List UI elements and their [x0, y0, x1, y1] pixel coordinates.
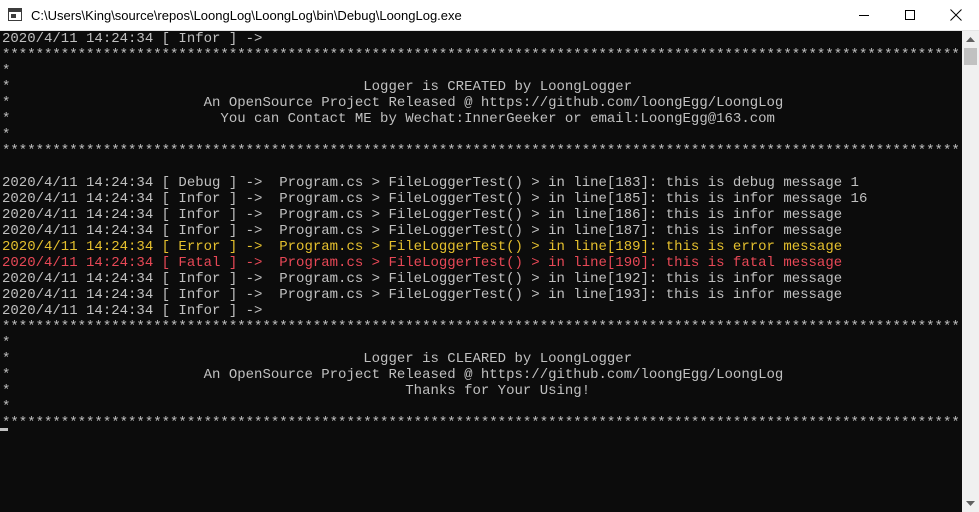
console-output[interactable]: 2020/4/11 14:24:34 [ Infor ] -> *********… [2, 31, 960, 512]
console-line: * You can Contact ME by Wechat:InnerGeek… [2, 111, 960, 127]
console-line: 2020/4/11 14:24:34 [ Infor ] -> Program.… [2, 223, 843, 239]
console-window: C:\Users\King\source\repos\LoongLog\Loon… [0, 0, 979, 512]
console-line: * * [2, 63, 960, 79]
window-title: C:\Users\King\source\repos\LoongLog\Loon… [31, 8, 462, 23]
console-line: * Thanks for Your Using! * [2, 383, 960, 399]
console-line: * Logger is CLEARED by LoongLogger * [2, 351, 960, 367]
title-bar[interactable]: C:\Users\King\source\repos\LoongLog\Loon… [0, 0, 979, 31]
console-line: * An OpenSource Project Released @ https… [2, 367, 960, 383]
console-line: 2020/4/11 14:24:34 [ Error ] -> Program.… [2, 239, 843, 255]
console-line: ****************************************… [2, 319, 960, 335]
close-icon [950, 9, 962, 21]
console-line: 2020/4/11 14:24:34 [ Infor ] -> Program.… [2, 271, 843, 287]
console-line: * * [2, 399, 960, 415]
console-line: * An OpenSource Project Released @ https… [2, 95, 960, 111]
minimize-button[interactable] [841, 0, 887, 30]
maximize-icon [905, 10, 915, 20]
console-line: * * [2, 335, 960, 351]
console-window-icon[interactable] [8, 8, 22, 21]
console-line: * * [2, 127, 960, 143]
text-cursor [0, 428, 8, 431]
console-line: 2020/4/11 14:24:34 [ Infor ] -> Program.… [2, 287, 843, 303]
console-line: 2020/4/11 14:24:34 [ Infor ] -> [2, 303, 263, 319]
console-line: ****************************************… [2, 415, 960, 431]
console-line: * Logger is CREATED by LoongLogger * [2, 79, 960, 95]
minimize-icon [859, 15, 869, 16]
maximize-button[interactable] [887, 0, 933, 30]
console-line: 2020/4/11 14:24:34 [ Infor ] -> Program.… [2, 207, 843, 223]
console-line: 2020/4/11 14:24:34 [ Infor ] -> [2, 31, 263, 47]
scroll-up-arrow-icon [966, 37, 975, 42]
close-button[interactable] [933, 0, 979, 30]
console-line: 2020/4/11 14:24:34 [ Infor ] -> Program.… [2, 191, 868, 207]
console-line: ****************************************… [2, 47, 960, 63]
scroll-down-button[interactable] [962, 495, 979, 512]
console-line: 2020/4/11 14:24:34 [ Debug ] -> Program.… [2, 175, 859, 191]
scroll-up-button[interactable] [962, 31, 979, 48]
console-line: 2020/4/11 14:24:34 [ Fatal ] -> Program.… [2, 255, 843, 271]
scroll-down-arrow-icon [966, 501, 975, 506]
scroll-thumb[interactable] [964, 48, 977, 65]
vertical-scrollbar[interactable] [962, 31, 979, 512]
console-line: ****************************************… [2, 143, 960, 159]
